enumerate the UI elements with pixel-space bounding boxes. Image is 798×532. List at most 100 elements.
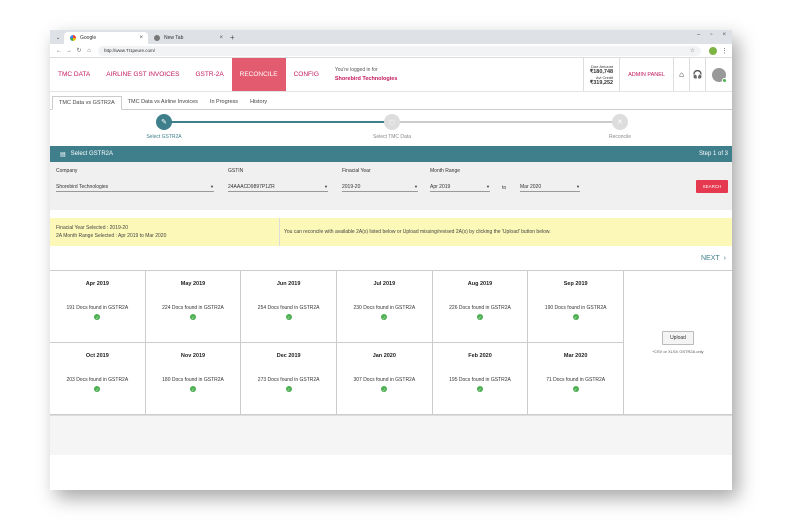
search-button[interactable]: SEARCH [696,180,728,193]
month-card[interactable]: May 2019 224 Docs found in GSTR2A ✓ [145,271,242,343]
month-card[interactable]: Feb 2020 195 Docs found in GSTR2A ✓ [432,343,529,415]
home-icon[interactable]: ⌂ [84,48,94,54]
upload-button[interactable]: Upload [662,331,694,345]
step-2-icon: ◻ [384,114,400,130]
month-from-select[interactable]: Apr 2019 ▼ [430,182,490,192]
company-value: Shorebird Technologies [56,183,109,190]
next-row: NEXT › [50,246,732,270]
tab-list-dropdown[interactable]: ⌄ [54,32,64,44]
month-card[interactable]: Oct 2019 203 Docs found in GSTR2A ✓ [50,343,146,415]
selection-summary: Finacial Year Selected : 2019-20 2A Mont… [50,218,280,246]
nav-reconcile[interactable]: RECONCILE [231,58,286,91]
new-tab-icon[interactable]: + [230,32,235,44]
gstin-label: GSTIN [228,168,244,174]
fy-select[interactable]: 2019-20 ▼ [342,182,418,192]
close-window-icon[interactable]: × [722,32,726,38]
upload-note: *CSV or XLSX GSTR2A only [652,349,704,354]
tab-in-progress[interactable]: In Progress [204,95,244,109]
tab-history[interactable]: History [244,95,273,109]
check-icon: ✓ [94,314,101,320]
company-select[interactable]: Shorebird Technologies ▼ [56,182,214,192]
maximize-icon[interactable]: ▫ [710,32,712,38]
step-3-icon: ✕ [612,114,628,130]
docs-count: 190 Docs found in GSTR2A [544,305,607,311]
upload-panel: Upload *CSV or XLSX GSTR2A only [624,271,732,415]
admin-panel-link[interactable]: ADMIN PANEL [620,58,674,91]
month-name: Oct 2019 [85,353,109,359]
browser-tab-google[interactable]: Google × [64,32,148,44]
month-card[interactable]: Dec 2019 273 Docs found in GSTR2A ✓ [241,343,337,415]
forward-icon[interactable]: → [64,48,74,54]
check-icon: ✓ [285,314,292,320]
browser-menu-icon[interactable]: ⋮ [721,47,728,55]
company-name: Shorebird Technologies [334,76,398,82]
next-button[interactable]: NEXT [701,255,720,262]
browser-tab-newtab[interactable]: New Tab × [148,32,228,44]
month-card[interactable]: Sep 2019 190 Docs found in GSTR2A ✓ [528,271,624,343]
docs-count: 195 Docs found in GSTR2A [449,377,511,383]
chevron-down-icon: ▼ [414,184,418,189]
browser-tab-label: New Tab [164,35,184,41]
month-card[interactable]: Jul 2019 230 Docs found in GSTR2A ✓ [336,271,433,343]
month-card[interactable]: Aug 2019 226 Docs found in GSTR2A ✓ [432,271,529,343]
month-card[interactable]: Mar 2020 71 Docs found in GSTR2A ✓ [528,343,624,415]
docs-count: 230 Docs found in GSTR2A [353,305,416,311]
gstin-value: 24AAACD9897P1ZR [228,183,275,190]
month-to-select[interactable]: Mar 2020 ▼ [520,182,580,192]
newtab-favicon-icon [154,35,160,41]
app-navbar: TMC DATA AIRLINE GST INVOICES GSTR-2A RE… [50,58,732,92]
month-card[interactable]: Apr 2019 191 Docs found in GSTR2A ✓ [50,271,146,343]
month-card[interactable]: Jan 2020 307 Docs found in GSTR2A ✓ [336,343,433,415]
filter-panel: Company Shorebird Technologies ▼ GSTIN 2… [50,162,732,210]
month-from-value: Apr 2019 [430,183,451,190]
check-icon: ✓ [285,386,292,392]
fy-selected-text: Finacial Year Selected : 2019-20 [56,225,128,231]
month-name: Jul 2019 [373,281,396,287]
chevron-down-icon: ▼ [576,184,580,189]
nav-gstr-2a[interactable]: GSTR-2A [187,58,231,91]
back-icon[interactable]: ← [54,48,64,54]
extension-icon[interactable] [709,46,717,55]
docs-count: 191 Docs found in GSTR2A [66,305,129,311]
bookmark-star-icon[interactable]: ☆ [690,47,695,54]
chevron-down-icon: ▼ [486,184,490,189]
info-message: You can reconcile with available 2A(s) l… [284,229,551,235]
tab-tmc-vs-gstr2a[interactable]: TMC Data vs GSTR2A [52,96,122,110]
chevron-right-icon[interactable]: › [724,255,726,262]
close-tab-icon[interactable]: × [219,35,223,41]
nav-tmc-data[interactable]: TMC DATA [50,58,98,91]
check-icon: ✓ [381,314,388,320]
month-card[interactable]: Jun 2019 254 Docs found in GSTR2A ✓ [241,271,337,343]
close-tab-icon[interactable]: × [139,35,143,41]
browser-tab-strip: ⌄ Google × New Tab × + – ▫ × [50,30,732,44]
docs-count: 203 Docs found in GSTR2A [66,377,129,383]
month-name: Sep 2019 [563,281,588,287]
check-icon: ✓ [189,386,196,392]
nav-config[interactable]: CONFIG [286,58,327,91]
month-name: May 2019 [180,281,206,287]
month-card[interactable]: Nov 2019 180 Docs found in GSTR2A ✓ [145,343,242,415]
minimize-icon[interactable]: – [697,32,700,38]
fy-label: Finacial Year [342,168,371,174]
stepper: ✎ ◻ ✕ Select GSTR2A Select TMC Data Reco… [50,110,732,146]
tab-tmc-vs-airline[interactable]: TMC Data vs Airline Invoices [122,95,204,109]
month-name: Nov 2019 [180,353,206,359]
to-label: to [502,185,507,191]
month-to-value: Mar 2020 [520,183,542,190]
step-1-icon: ✎ [156,114,172,130]
headset-icon[interactable]: 🎧 [690,58,706,91]
home-icon[interactable]: ⌂ [674,58,690,91]
month-name: Jan 2020 [372,353,396,359]
avatar[interactable] [712,67,727,83]
check-icon: ✓ [189,314,196,320]
address-bar[interactable]: http://www.TI1peure.com/ ☆ [98,45,701,56]
month-range-label: Month Range [430,168,461,174]
step-indicator: Step 1 of 3 [698,151,728,157]
reload-icon[interactable]: ↻ [74,47,84,54]
gstin-select[interactable]: 24AAACD9897P1ZR ▼ [228,182,328,192]
page-footer-area [50,415,732,455]
section-header: ▤ Select GSTR2A Step 1 of 3 [50,146,732,162]
nav-airline-gst-invoices[interactable]: AIRLINE GST INVOICES [98,58,187,91]
step-2-label: Select TMC Data [373,134,411,140]
check-icon: ✓ [572,314,579,320]
